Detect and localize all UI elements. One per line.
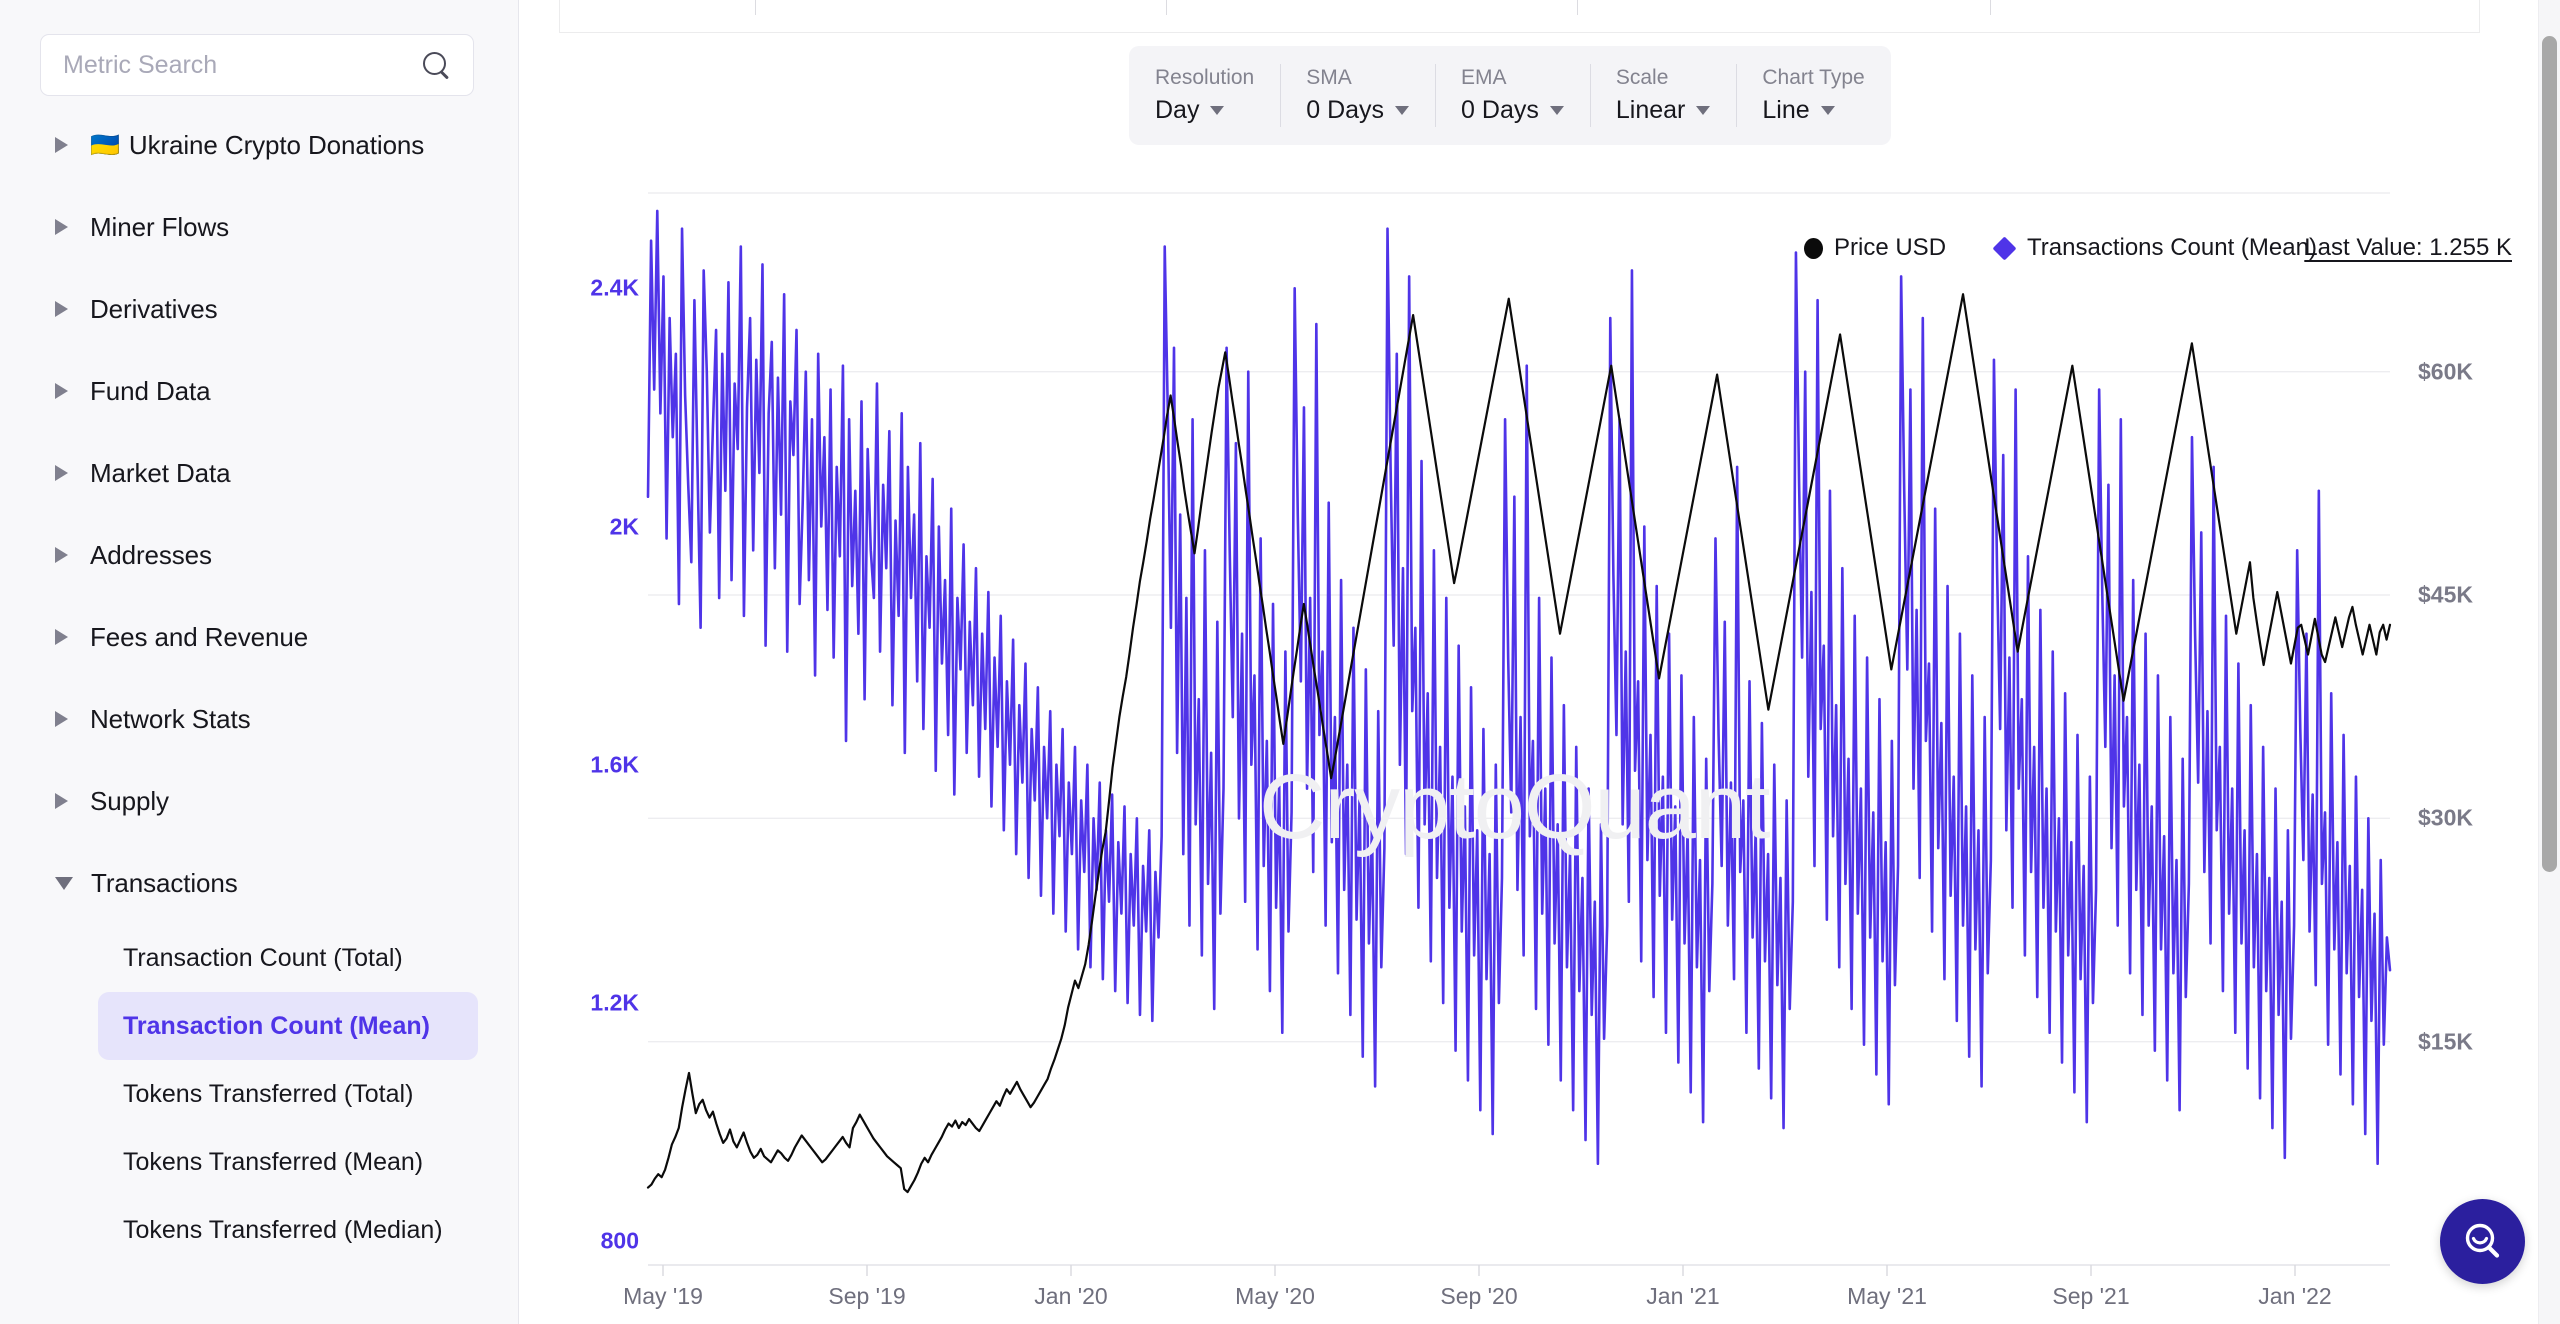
search-fab-button[interactable] (2440, 1199, 2525, 1284)
app-root: 🇺🇦 Ukraine Crypto Donations Miner Flows Der… (0, 0, 2560, 1324)
search-icon (421, 50, 451, 80)
chart-svg (646, 192, 2392, 1276)
sidebar-group-label: Fees and Revenue (90, 621, 309, 652)
y-axis-right-tick: $15K (2418, 1028, 2473, 1055)
sidebar-item-tokens-transferred-median[interactable]: Tokens Transferred (Median) (98, 1196, 478, 1264)
sidebar-item-tokens-transferred-mean[interactable]: Tokens Transferred (Mean) (98, 1128, 478, 1196)
chevron-right-icon (55, 793, 68, 809)
x-axis-tick: May '20 (1235, 1283, 1315, 1309)
x-axis-tick: Jan '20 (1034, 1283, 1108, 1309)
chevron-down-icon (55, 876, 73, 890)
sidebar-group-label: Supply (90, 785, 169, 816)
sidebar-group-label: Addresses (90, 539, 212, 570)
page-scrollbar-thumb[interactable] (2542, 36, 2557, 872)
y-axis-left-tick: 800 (600, 1227, 639, 1254)
sidebar-group-label: Derivatives (90, 293, 218, 324)
y-axis-left-tick: 2.4K (590, 274, 639, 301)
sidebar-group-supply[interactable]: Supply (0, 760, 518, 842)
sidebar-group-label: Miner Flows (90, 211, 230, 242)
sidebar-item-transaction-count-total[interactable]: Transaction Count (Total) (98, 924, 478, 992)
sidebar-group-label: Fund Data (90, 375, 211, 406)
x-axis-tick: Sep '21 (2052, 1283, 2130, 1309)
sidebar-nav-list: 🇺🇦 Ukraine Crypto Donations Miner Flows Der… (0, 104, 518, 1324)
sidebar-item-tokens-transferred-total[interactable]: Tokens Transferred (Total) (98, 1060, 478, 1128)
chevron-right-icon (55, 629, 68, 645)
sidebar-group-label: Market Data (90, 457, 231, 488)
search-input[interactable] (63, 50, 421, 80)
chevron-right-icon (55, 383, 68, 399)
sidebar-group-market-data[interactable]: Market Data (0, 432, 518, 514)
main-content: Resolution Day SMA 0 Days EMA 0 Days Scale Line… (519, 0, 2560, 1324)
series-line-transactions-count-mean (646, 209, 2392, 1166)
chevron-right-icon (55, 465, 68, 481)
ukraine-flag-icon: 🇺🇦 (90, 131, 120, 159)
y-axis-right-tick: $30K (2418, 804, 2473, 831)
sidebar-group-label: Network Stats (90, 703, 251, 734)
sidebar-group-ukraine-crypto-donations[interactable]: 🇺🇦 Ukraine Crypto Donations (0, 104, 518, 186)
x-axis-tick: Jan '22 (2258, 1283, 2332, 1309)
metric-sidebar: 🇺🇦 Ukraine Crypto Donations Miner Flows Der… (0, 0, 519, 1324)
x-axis-tick: May '19 (623, 1283, 703, 1309)
y-axis-left-tick: 1.6K (590, 751, 639, 778)
chevron-right-icon (55, 711, 68, 727)
y-axis-right-tick: $45K (2418, 581, 2473, 608)
sidebar-group-addresses[interactable]: Addresses (0, 514, 518, 596)
x-axis-tick: Sep '19 (828, 1283, 906, 1309)
chevron-right-icon (55, 301, 68, 317)
x-axis-tick: Sep '20 (1440, 1283, 1518, 1309)
chart-canvas[interactable]: CryptoQuant 2.4K 2K 1.6K 1.2K 800 $60K $45K $30… (519, 0, 2560, 1324)
chevron-right-icon (55, 137, 68, 153)
chevron-right-icon (55, 547, 68, 563)
y-axis-left-tick: 1.2K (590, 989, 639, 1016)
sidebar-group-network-stats[interactable]: Network Stats (0, 678, 518, 760)
y-axis-left-tick: 2K (609, 513, 639, 539)
sidebar-group-label: Ukraine Crypto Donations (128, 129, 425, 160)
sidebar-group-miner-flows[interactable]: Miner Flows (0, 186, 518, 268)
chevron-right-icon (55, 219, 68, 235)
metric-search-box[interactable] (40, 34, 474, 96)
x-axis-tick: Jan '21 (1646, 1283, 1720, 1309)
sidebar-group-label: Transactions (91, 867, 238, 898)
sidebar-group-fund-data[interactable]: Fund Data (0, 350, 518, 432)
sidebar-item-transaction-count-mean[interactable]: Transaction Count (Mean) (98, 992, 478, 1060)
search-smile-icon (2465, 1223, 2499, 1258)
page-scrollbar-track[interactable] (2538, 0, 2560, 1324)
sidebar-group-fees-and-revenue[interactable]: Fees and Revenue (0, 596, 518, 678)
x-axis-tick: May '21 (1847, 1283, 1927, 1309)
y-axis-right-tick: $60K (2418, 358, 2473, 385)
sidebar-group-derivatives[interactable]: Derivatives (0, 268, 518, 350)
sidebar-group-transactions[interactable]: Transactions (0, 842, 518, 924)
